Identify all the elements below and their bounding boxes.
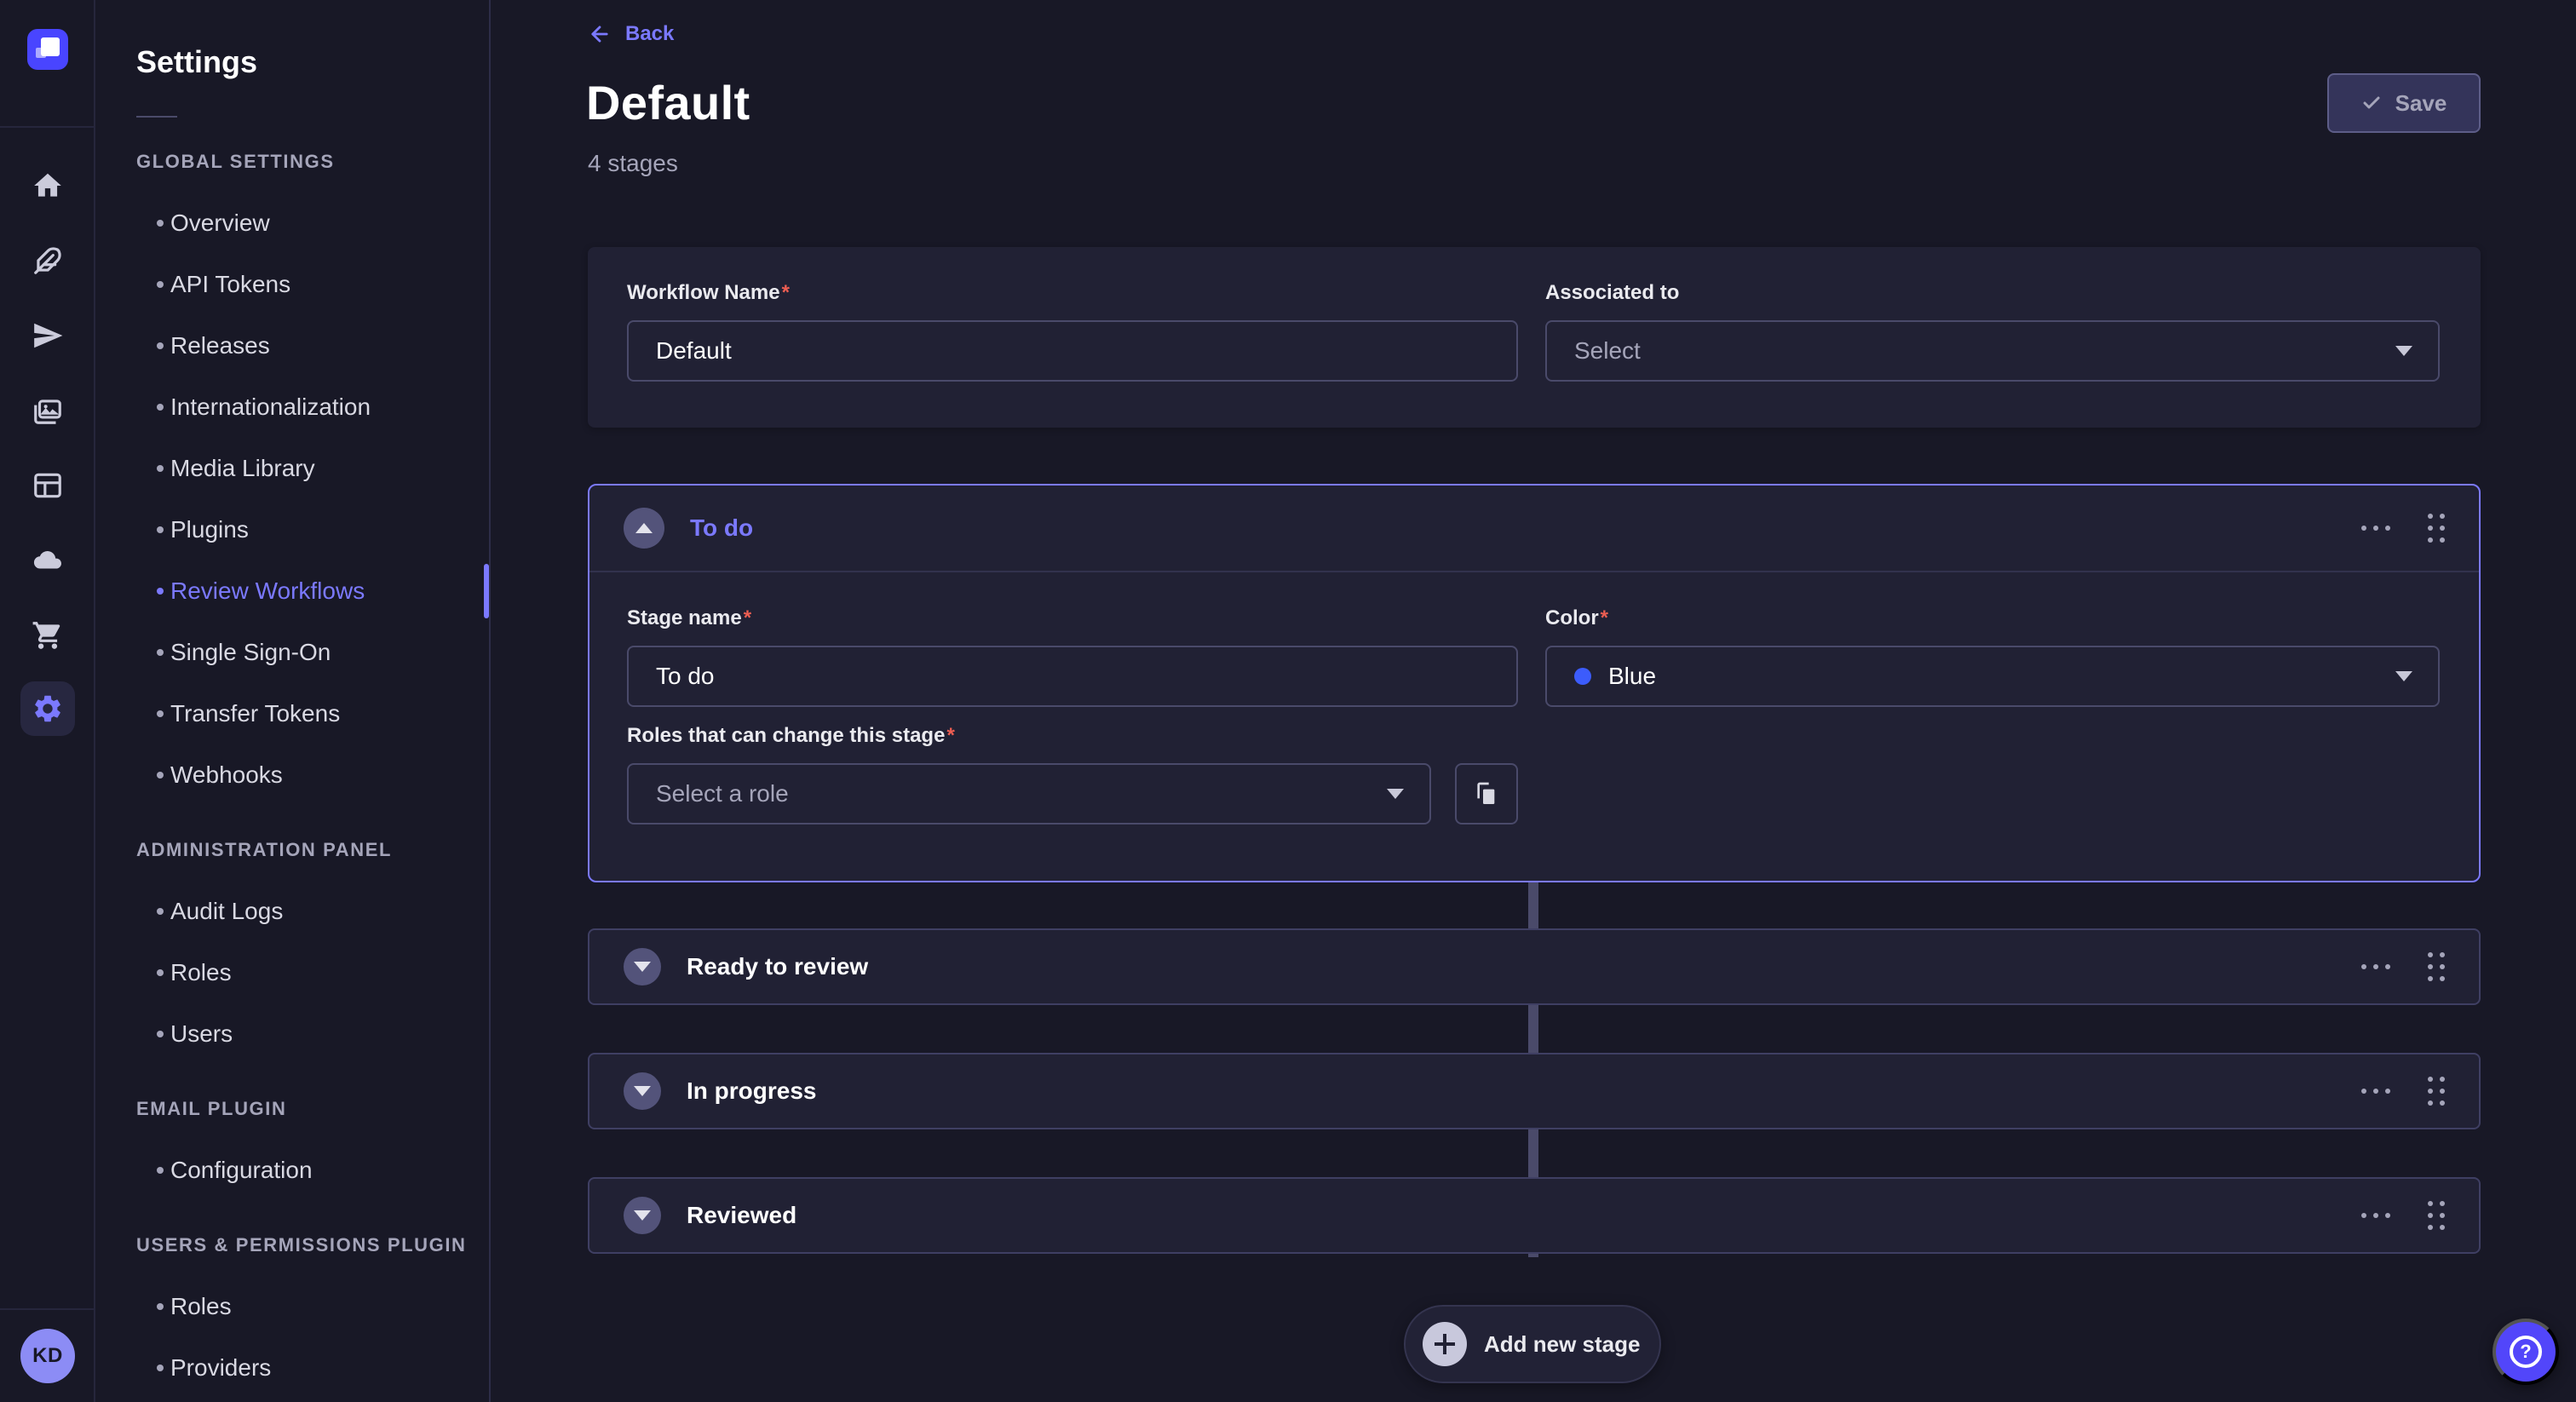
roles-select[interactable]: Select a role xyxy=(627,763,1431,825)
chevron-down-icon xyxy=(634,1210,651,1221)
expand-toggle-button[interactable] xyxy=(624,948,661,985)
sidebar-item-admin-users[interactable]: Users xyxy=(95,1003,489,1065)
main-nav-rail: KD xyxy=(0,0,95,1402)
required-mark: * xyxy=(782,281,790,304)
blue-color-dot-icon xyxy=(1574,668,1591,685)
sidebar-item-media-library[interactable]: Media Library xyxy=(95,438,489,499)
cloud-icon[interactable] xyxy=(31,543,65,577)
stage-options-menu-icon[interactable] xyxy=(2361,526,2390,531)
section-heading-administration-panel: ADMINISTRATION PANEL xyxy=(136,833,489,867)
required-mark: * xyxy=(744,606,751,629)
back-label: Back xyxy=(625,22,674,46)
sidebar-item-api-tokens[interactable]: API Tokens xyxy=(95,254,489,315)
roles-label: Roles that can change this stage* xyxy=(627,724,2441,748)
stage-card-to-do: To do Stage name* To do Color* Blue xyxy=(588,484,2481,882)
sidebar-item-plugins[interactable]: Plugins xyxy=(95,499,489,560)
help-button[interactable]: ? xyxy=(2493,1319,2559,1385)
sidebar-item-overview[interactable]: Overview xyxy=(95,192,489,254)
stage-name-input[interactable]: To do xyxy=(627,646,1518,707)
drag-handle-icon[interactable] xyxy=(2428,514,2445,543)
stage-row-reviewed: Reviewed xyxy=(588,1177,2481,1254)
drag-handle-icon[interactable] xyxy=(2428,952,2445,981)
chevron-down-icon xyxy=(634,1086,651,1096)
required-mark: * xyxy=(1601,606,1608,629)
paper-plane-icon[interactable] xyxy=(31,319,65,353)
plus-icon xyxy=(1423,1322,1467,1366)
collapse-toggle-button[interactable] xyxy=(624,508,664,549)
rail-footer: KD xyxy=(0,1308,95,1402)
stage-name-label: Stage name* xyxy=(627,606,1518,630)
stage-options-menu-icon[interactable] xyxy=(2361,1089,2390,1094)
stage-options-menu-icon[interactable] xyxy=(2361,1213,2390,1218)
arrow-left-icon xyxy=(588,22,612,46)
avatar[interactable]: KD xyxy=(20,1329,75,1383)
sidebar-item-internationalization[interactable]: Internationalization xyxy=(95,376,489,438)
sidebar-item-releases[interactable]: Releases xyxy=(95,315,489,376)
stage-title: Ready to review xyxy=(687,953,868,980)
chevron-down-icon xyxy=(634,962,651,972)
section-heading-global-settings: GLOBAL SETTINGS xyxy=(136,145,489,179)
stage-title: To do xyxy=(690,514,753,542)
duplicate-stage-button[interactable] xyxy=(1455,763,1518,825)
chevron-up-icon xyxy=(635,523,653,533)
color-label: Color* xyxy=(1545,606,2440,630)
drag-handle-icon[interactable] xyxy=(2428,1077,2445,1106)
sidebar-item-up-providers[interactable]: Providers xyxy=(95,1337,489,1399)
back-link[interactable]: Back xyxy=(588,22,674,46)
settings-gear-icon[interactable] xyxy=(20,681,75,736)
workflow-name-input[interactable]: Default xyxy=(627,320,1518,382)
sidebar-item-webhooks[interactable]: Webhooks xyxy=(95,744,489,806)
save-button[interactable]: Save xyxy=(2327,73,2481,133)
stage-title: In progress xyxy=(687,1077,816,1105)
strapi-logo-icon[interactable] xyxy=(27,29,68,70)
expand-toggle-button[interactable] xyxy=(624,1197,661,1234)
drag-handle-icon[interactable] xyxy=(2428,1201,2445,1230)
settings-subnav: Settings GLOBAL SETTINGS Overview API To… xyxy=(95,0,491,1402)
page-title: Default xyxy=(586,75,750,130)
add-new-stage-button[interactable]: Add new stage xyxy=(1404,1305,1661,1383)
chevron-down-icon xyxy=(1387,789,1404,799)
expand-toggle-button[interactable] xyxy=(624,1072,661,1110)
layout-icon[interactable] xyxy=(31,468,65,503)
stage-row-in-progress: In progress xyxy=(588,1053,2481,1129)
stage-options-menu-icon[interactable] xyxy=(2361,964,2390,969)
page-subtitle: 4 stages xyxy=(588,150,678,177)
copy-icon xyxy=(1473,780,1500,807)
cart-icon[interactable] xyxy=(31,618,65,652)
home-icon[interactable] xyxy=(31,169,65,203)
workflow-name-label: Workflow Name* xyxy=(627,281,1518,305)
settings-page: KD Settings GLOBAL SETTINGS Overview API… xyxy=(0,0,2576,1402)
sidebar-item-audit-logs[interactable]: Audit Logs xyxy=(95,881,489,942)
associated-to-label: Associated to xyxy=(1545,281,2440,305)
sidebar-item-email-configuration[interactable]: Configuration xyxy=(95,1140,489,1201)
logo-box xyxy=(0,0,94,128)
question-mark-icon: ? xyxy=(2510,1336,2542,1368)
required-mark: * xyxy=(946,724,954,747)
sidebar-item-up-roles[interactable]: Roles xyxy=(95,1276,489,1337)
check-icon xyxy=(2361,93,2382,113)
media-library-icon[interactable] xyxy=(31,394,65,428)
associated-to-select[interactable]: Select xyxy=(1545,320,2440,382)
sidebar-item-single-sign-on[interactable]: Single Sign-On xyxy=(95,622,489,683)
feather-icon[interactable] xyxy=(31,244,65,278)
chevron-down-icon xyxy=(2395,346,2412,356)
color-select[interactable]: Blue xyxy=(1545,646,2440,707)
workflow-meta-panel: Workflow Name* Default Associated to Sel… xyxy=(588,247,2481,428)
sidebar-item-transfer-tokens[interactable]: Transfer Tokens xyxy=(95,683,489,744)
chevron-down-icon xyxy=(2395,671,2412,681)
sidebar-item-review-workflows[interactable]: Review Workflows xyxy=(95,560,489,622)
sidebar-item-admin-roles[interactable]: Roles xyxy=(95,942,489,1003)
subnav-title: Settings xyxy=(136,44,489,80)
stage-row-ready-to-review: Ready to review xyxy=(588,928,2481,1005)
stage-title: Reviewed xyxy=(687,1202,796,1229)
section-heading-users-permissions-plugin: USERS & PERMISSIONS PLUGIN xyxy=(136,1228,489,1262)
subnav-divider xyxy=(136,116,177,118)
section-heading-email-plugin: EMAIL PLUGIN xyxy=(136,1092,489,1126)
